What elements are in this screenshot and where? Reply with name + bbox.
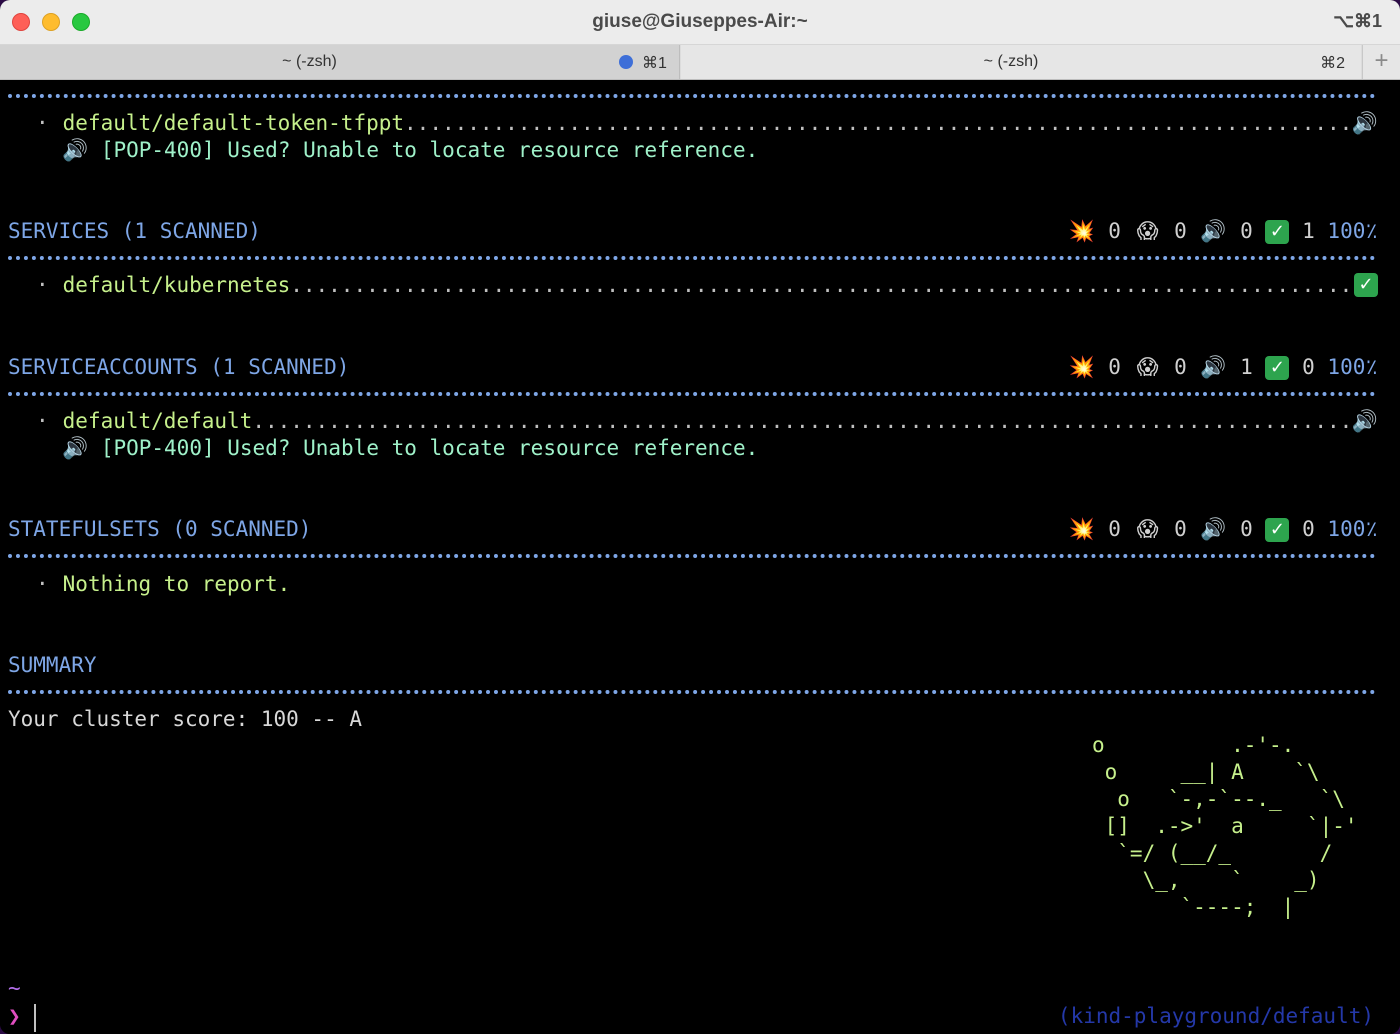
explosion-icon: 💥 [1068, 516, 1095, 541]
error-count: 0 [1108, 218, 1121, 243]
activity-dot-icon [619, 55, 633, 69]
bullet: · [36, 409, 49, 433]
ok-count: 0 [1302, 354, 1315, 379]
tab-2-shortcut: ⌘2 [1320, 55, 1345, 72]
bullet: · [36, 572, 49, 596]
section-divider [8, 256, 1376, 260]
section-percent: 100٪ [1327, 218, 1378, 243]
check-mark-icon: ✓ [1265, 517, 1290, 542]
speaker-icon: 🔊 [1200, 516, 1227, 541]
section-header-services: SERVICES (1 SCANNED) 💥 0 😱 0 🔊 0 ✓ 1 100… [8, 217, 1378, 245]
section-title: STATEFULSETS (0 SCANNED) [8, 517, 312, 541]
result-row: · Nothing to report. [36, 571, 1378, 597]
tab-bar: ~ (-zsh) ⌘1 ~ (-zsh) ⌘2 + [0, 45, 1400, 80]
new-tab-button[interactable]: + [1362, 45, 1400, 79]
terminal-window: giuse@Giuseppes-Air:~ ⌥⌘1 ~ (-zsh) ⌘1 ~ … [0, 0, 1400, 1034]
error-count: 0 [1108, 354, 1121, 379]
result-row: · default/default-token-tfppt ..........… [36, 110, 1378, 136]
resource-name: default/default-token-tfppt [62, 111, 405, 135]
section-stats: 💥 0 😱 0 🔊 0 ✓ 1 100٪ [1068, 219, 1378, 244]
section-divider [8, 94, 1376, 98]
section-header-statefulsets: STATEFULSETS (0 SCANNED) 💥 0 😱 0 🔊 0 ✓ 0… [8, 515, 1378, 543]
dot-leader: ........................................… [290, 273, 1352, 297]
warning-count: 0 [1174, 516, 1187, 541]
prompt-arrow-icon: ❯ [8, 1004, 21, 1028]
section-stats: 💥 0 😱 0 🔊 0 ✓ 0 100٪ [1068, 517, 1378, 542]
terminal-output[interactable]: · default/default-token-tfppt ..........… [0, 80, 1400, 1034]
speaker-icon: 🔊 [1351, 408, 1378, 433]
tab-1-shortcut: ⌘1 [642, 55, 667, 72]
bullet: · [36, 273, 49, 297]
error-count: 0 [1108, 516, 1121, 541]
summary-title: SUMMARY [8, 653, 97, 677]
tab-1[interactable]: ~ (-zsh) ⌘1 [0, 45, 680, 79]
explosion-icon: 💥 [1068, 354, 1095, 379]
window-title: giuse@Giuseppes-Air:~ [592, 11, 808, 32]
issue-message: 🔊 [POP-400] Used? Unable to locate resou… [62, 435, 758, 461]
dot-leader: ........................................… [252, 409, 1350, 433]
result-row: · default/default ......................… [36, 408, 1378, 434]
section-stats: 💥 0 😱 0 🔊 1 ✓ 0 100٪ [1068, 355, 1378, 380]
kube-context: (kind-playground/default) [1057, 1004, 1374, 1028]
check-mark-icon: ✓ [1265, 355, 1290, 380]
warning-count: 0 [1174, 218, 1187, 243]
scream-icon: 😱 [1136, 516, 1159, 541]
resource-name: default/kubernetes [62, 273, 291, 297]
resource-name: default/default [62, 409, 253, 433]
tab-1-label: ~ (-zsh) [282, 53, 337, 70]
section-title: SERVICES (1 SCANNED) [8, 219, 261, 243]
info-count: 1 [1240, 354, 1253, 379]
speaker-icon: 🔊 [62, 436, 89, 460]
ascii-art-logo: o .-'-. o __| A `\ o `-,-`--._ `\ [] .->… [1092, 733, 1358, 919]
check-mark-icon: ✓ [1265, 219, 1290, 244]
check-mark-icon: ✓ [1354, 273, 1378, 297]
speaker-icon: 🔊 [1200, 354, 1227, 379]
tab-2-label: ~ (-zsh) [983, 53, 1039, 70]
section-divider [8, 690, 1376, 694]
ok-count: 0 [1302, 516, 1315, 541]
section-title: SERVICEACCOUNTS (1 SCANNED) [8, 355, 350, 379]
speaker-icon: 🔊 [62, 138, 89, 162]
info-count: 0 [1240, 516, 1253, 541]
result-row: · default/kubernetes ...................… [36, 272, 1378, 298]
issue-text: [POP-400] Used? Unable to locate resourc… [100, 436, 759, 460]
prompt-cwd: ~ [8, 976, 21, 1000]
speaker-icon: 🔊 [1200, 218, 1227, 243]
tab-2[interactable]: ~ (-zsh) ⌘2 [681, 45, 1361, 79]
explosion-icon: 💥 [1068, 218, 1095, 243]
cluster-score: Your cluster score: 100 -- A [8, 707, 363, 731]
ok-count: 1 [1302, 218, 1315, 243]
issue-text: [POP-400] Used? Unable to locate resourc… [100, 138, 759, 162]
text-cursor [34, 1004, 36, 1032]
title-bar: giuse@Giuseppes-Air:~ ⌥⌘1 [0, 0, 1400, 45]
warning-count: 0 [1174, 354, 1187, 379]
section-header-serviceaccounts: SERVICEACCOUNTS (1 SCANNED) 💥 0 😱 0 🔊 1 … [8, 353, 1378, 381]
window-shortcut: ⌥⌘1 [1333, 11, 1382, 31]
section-divider [8, 554, 1376, 558]
issue-message: 🔊 [POP-400] Used? Unable to locate resou… [62, 137, 758, 163]
section-divider [8, 392, 1376, 396]
speaker-icon: 🔊 [1351, 110, 1378, 135]
section-percent: 100٪ [1327, 354, 1378, 379]
info-count: 0 [1240, 218, 1253, 243]
dot-leader: ........................................… [404, 111, 1350, 135]
section-percent: 100٪ [1327, 516, 1378, 541]
scream-icon: 😱 [1136, 218, 1159, 243]
scream-icon: 😱 [1136, 354, 1159, 379]
nothing-to-report: Nothing to report. [62, 572, 291, 596]
bullet: · [36, 111, 49, 135]
